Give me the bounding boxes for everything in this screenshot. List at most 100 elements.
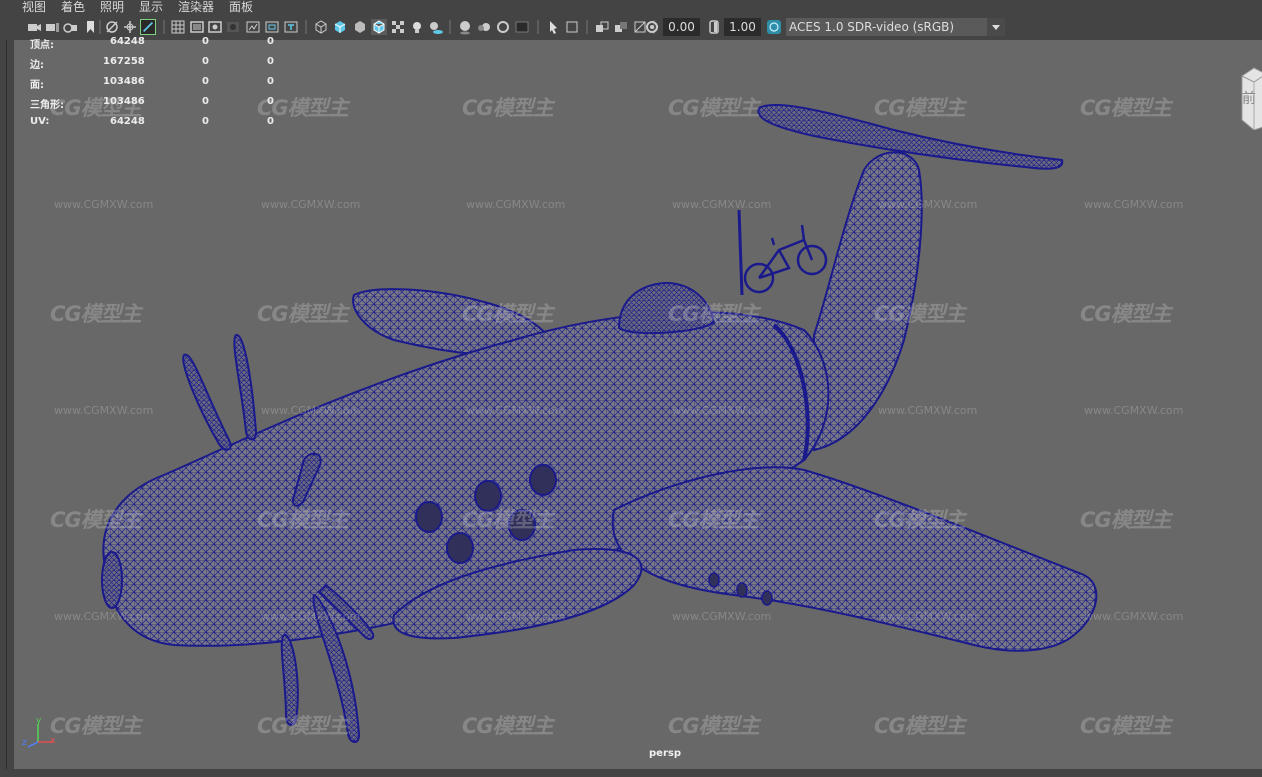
watermark-url: www.CGMXW.com: [466, 198, 566, 211]
watermark-logo: CG模型主: [668, 508, 760, 532]
watermark-url: www.CGMXW.com: [261, 404, 361, 417]
hud-row-uvs: UV: 64248 0 0: [16, 116, 286, 130]
hud-value: 167258: [103, 56, 145, 67]
watermark-logo: CG模型主: [874, 302, 966, 326]
watermark-logo: CG模型主: [257, 302, 349, 326]
select-camera-icon[interactable]: [26, 19, 42, 35]
watermark-url: www.CGMXW.com: [54, 610, 154, 623]
hud-value: 0: [267, 116, 274, 127]
watermark-url: www.CGMXW.com: [1084, 198, 1184, 211]
chevron-down-icon[interactable]: [987, 18, 1005, 36]
watermark-logo: CG模型主: [668, 714, 760, 738]
watermark-logo: CG模型主: [668, 96, 760, 120]
menu-show[interactable]: 显示: [139, 0, 163, 14]
watermark-url: www.CGMXW.com: [672, 404, 772, 417]
motion-blur-icon[interactable]: [476, 19, 492, 35]
watermark-logo: CG模型主: [462, 714, 554, 738]
hud-label: 顶点:: [30, 40, 54, 51]
menu-lighting[interactable]: 照明: [100, 0, 124, 14]
anti-aliasing-icon[interactable]: [495, 19, 511, 35]
depth-of-field-icon[interactable]: [514, 19, 530, 35]
watermark-logo: CG模型主: [1080, 714, 1172, 738]
watermark-logo: CG模型主: [462, 302, 554, 326]
grid-icon[interactable]: [170, 19, 186, 35]
watermark-logo: CG模型主: [462, 96, 554, 120]
wireframe-cube-icon[interactable]: [313, 19, 329, 35]
hud-value: 0: [202, 56, 209, 67]
panel-menubar: 视图 着色 照明 显示 渲染器 面板: [0, 0, 1262, 15]
xray-icon[interactable]: [564, 19, 580, 35]
safe-action-icon[interactable]: [264, 19, 280, 35]
watermark-url: www.CGMXW.com: [878, 404, 978, 417]
screen-space-ao-icon[interactable]: [457, 19, 473, 35]
watermark-url: www.CGMXW.com: [54, 198, 154, 211]
axis-y-label: y: [36, 716, 42, 726]
exposure-icon[interactable]: [644, 19, 660, 35]
watermark-logo: CG模型主: [874, 96, 966, 120]
watermark-logo: CG模型主: [50, 508, 142, 532]
airplane-wireframe-model[interactable]: [14, 40, 1262, 769]
color-space-value: ACES 1.0 SDR-video (sRGB): [789, 20, 955, 34]
watermark-url: www.CGMXW.com: [54, 404, 154, 417]
camera-attributes-icon[interactable]: [44, 19, 60, 35]
menu-renderer[interactable]: 渲染器: [178, 0, 214, 14]
view-cube-front-label: 前: [1242, 91, 1256, 107]
watermark-logo: CG模型主: [874, 508, 966, 532]
lights-icon[interactable]: [409, 19, 425, 35]
watermark-url: www.CGMXW.com: [466, 404, 566, 417]
bookmark-flag-icon[interactable]: [82, 19, 98, 35]
watermark-url: www.CGMXW.com: [672, 610, 772, 623]
hud-value: 0: [202, 96, 209, 107]
hud-label: 三角形:: [30, 100, 64, 111]
watermark-url: www.CGMXW.com: [261, 198, 361, 211]
textured-icon[interactable]: [390, 19, 406, 35]
watermark-url: www.CGMXW.com: [466, 610, 566, 623]
hud-label: 面:: [30, 80, 44, 91]
hud-row-triangles: 三角形: 103486 0 0: [16, 96, 286, 111]
safe-title-icon[interactable]: [283, 19, 299, 35]
resolution-gate-icon[interactable]: [207, 19, 223, 35]
watermark-logo: CG模型主: [1080, 96, 1172, 120]
bookmarks-icon[interactable]: [62, 19, 78, 35]
menu-panels[interactable]: 面板: [229, 0, 253, 14]
hud-value: 64248: [110, 36, 145, 47]
hud-label: UV:: [30, 116, 50, 127]
gamma-field[interactable]: 1.00: [724, 18, 761, 36]
hud-label: 边:: [30, 60, 44, 71]
gate-mask-icon[interactable]: [225, 19, 241, 35]
shadows-icon[interactable]: [428, 19, 444, 35]
hud-value: 103486: [103, 96, 145, 107]
field-chart-icon[interactable]: [245, 19, 261, 35]
two-d-pan-icon[interactable]: [122, 19, 138, 35]
hud-value: 64248: [110, 116, 145, 127]
menu-view[interactable]: 视图: [22, 0, 46, 14]
nose-intake: [101, 551, 123, 609]
isolate-select-icon[interactable]: [545, 19, 561, 35]
hud-value: 0: [267, 76, 274, 87]
exposure-field[interactable]: 0.00: [663, 18, 700, 36]
default-material-icon[interactable]: [352, 19, 368, 35]
watermark-logo: CG模型主: [257, 714, 349, 738]
wireframe-on-shaded-icon[interactable]: [371, 19, 387, 35]
color-space-dropdown[interactable]: ACES 1.0 SDR-video (sRGB): [786, 18, 1005, 36]
watermark-url: www.CGMXW.com: [878, 198, 978, 211]
bottom-panel-strip: [0, 769, 1262, 777]
camera-name-label: persp: [649, 748, 681, 759]
watermark-logo: CG模型主: [257, 508, 349, 532]
film-gate-icon[interactable]: [189, 19, 205, 35]
hud-value: 0: [202, 36, 209, 47]
watermark-logo: CG模型主: [874, 714, 966, 738]
gamma-icon[interactable]: [706, 19, 722, 35]
color-management-icon[interactable]: [766, 19, 782, 35]
xray-joints-icon[interactable]: [594, 19, 610, 35]
xray-active-icon[interactable]: [613, 19, 629, 35]
hud-value: 103486: [103, 76, 145, 87]
watermark-url: www.CGMXW.com: [672, 198, 772, 211]
image-plane-icon[interactable]: [104, 19, 120, 35]
watermark-logo: CG模型主: [50, 302, 142, 326]
viewport-persp[interactable]: 前 y x z: [14, 40, 1262, 769]
smooth-shade-icon[interactable]: [332, 19, 348, 35]
menu-shading[interactable]: 着色: [61, 0, 85, 14]
grease-pencil-icon[interactable]: [140, 19, 156, 35]
left-panel-strip: [0, 40, 14, 777]
